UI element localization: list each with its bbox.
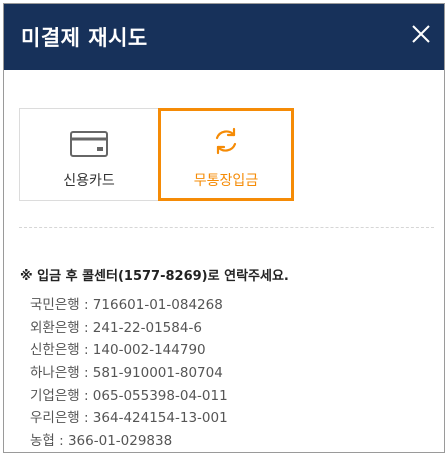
contact-notice: ※ 입금 후 콜센터(1577-8269)로 연락주세요. [20, 269, 289, 284]
bank-account-item: 우리은행 : 364-424154-13-001 [30, 410, 228, 427]
close-icon [412, 25, 430, 43]
close-button[interactable] [408, 21, 434, 47]
payment-method-credit-card[interactable]: 신용카드 [19, 108, 159, 201]
bank-account-item: 기업은행 : 065-055398-04-011 [30, 387, 228, 404]
payment-method-bank-transfer[interactable]: 무통장입금 [158, 108, 294, 201]
payment-method-options: 신용카드 무통장입금 [19, 108, 294, 201]
credit-card-icon [70, 131, 108, 157]
retry-payment-dialog: 미결제 재시도 신용카드 무통장입금 ※ 입금 후 콜센터(1577-8269)… [3, 3, 445, 453]
section-divider [19, 227, 434, 228]
credit-card-label: 신용카드 [63, 173, 115, 189]
refresh-icon [215, 127, 237, 155]
dialog-header: 미결제 재시도 [4, 4, 444, 70]
dialog-title: 미결제 재시도 [21, 26, 148, 50]
bank-account-item: 국민은행 : 716601-01-084268 [30, 297, 223, 313]
bank-account-item: 신한은행 : 140-002-144790 [30, 342, 206, 359]
bank-account-list: 국민은행 : 716601-01-084268 외환은행 : 241-22-01… [30, 294, 228, 452]
bank-account-item: 하나은행 : 581-910001-80704 [30, 365, 223, 382]
bank-account-item: 외환은행 : 241-22-01584-6 [30, 319, 202, 336]
bank-account-item: 농협 : 366-01-029838 [30, 433, 173, 450]
bank-transfer-label: 무통장입금 [193, 173, 259, 189]
